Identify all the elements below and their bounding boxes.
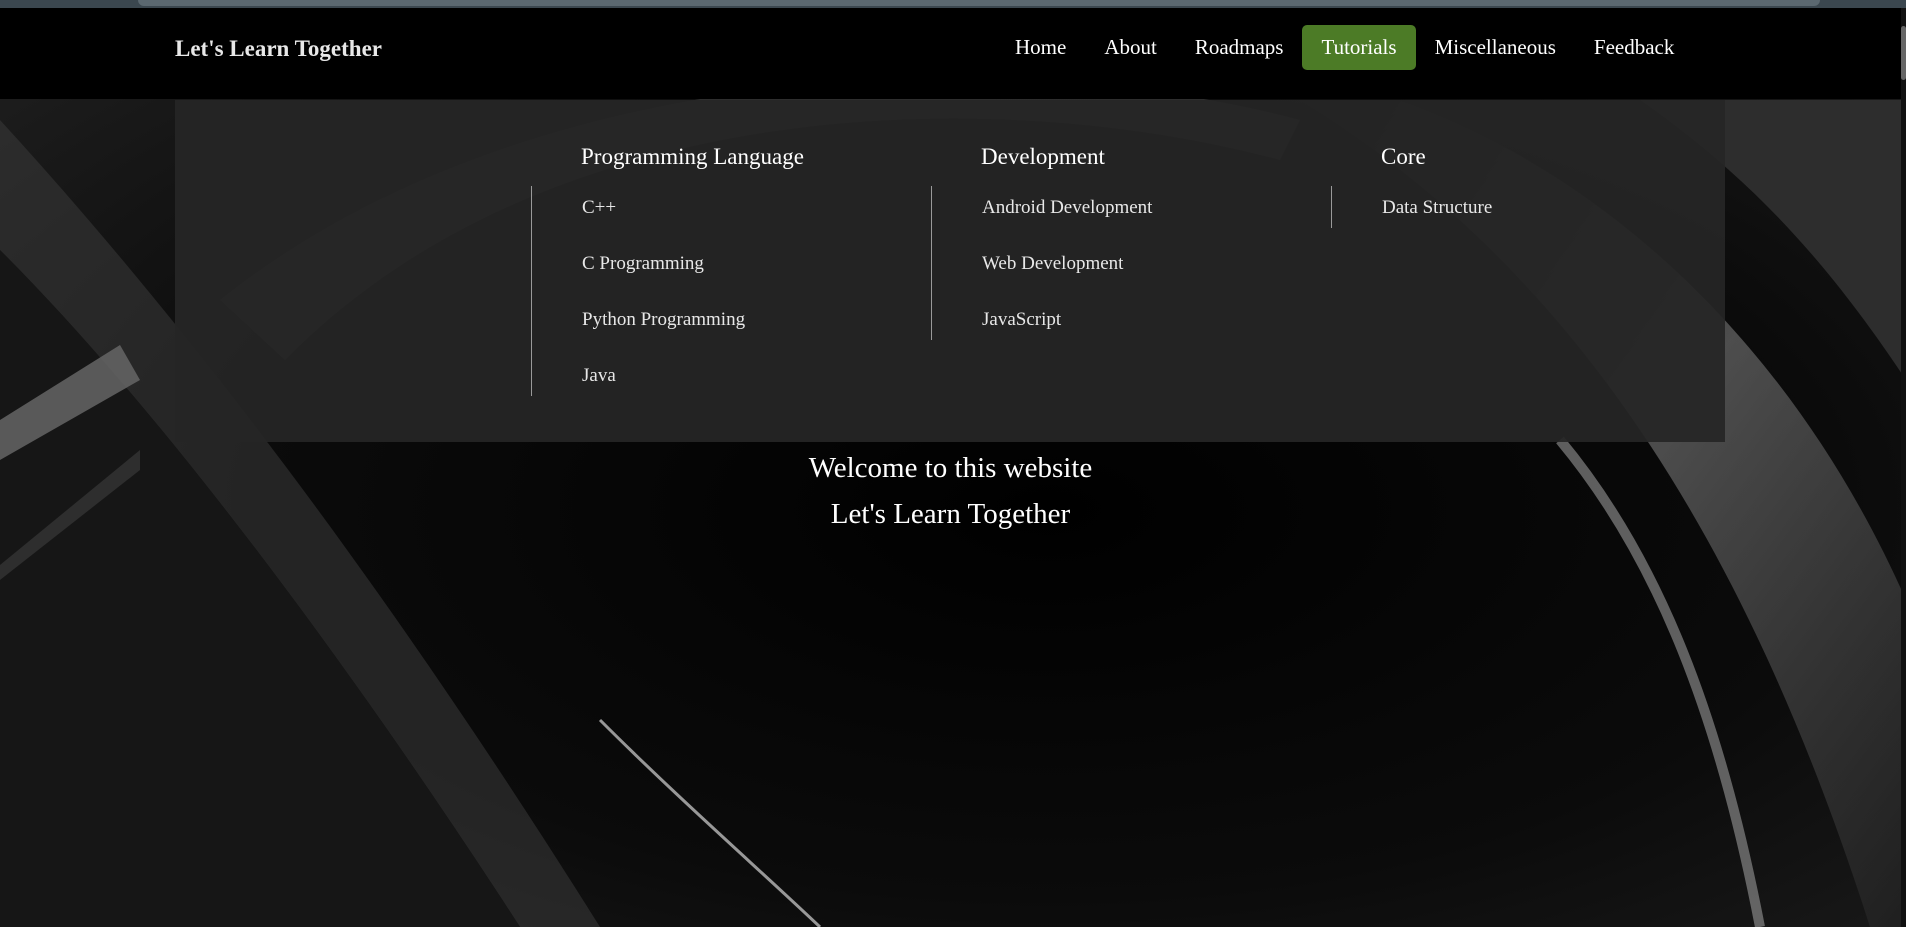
dropdown-item-python-programming[interactable]: Python Programming [582, 308, 804, 364]
dropdown-column-development: Development Android Development Web Deve… [931, 144, 1152, 340]
nav-roadmaps[interactable]: Roadmaps [1176, 25, 1303, 70]
hero-welcome-text: Welcome to this website [808, 452, 1093, 484]
nav-tutorials[interactable]: Tutorials [1302, 25, 1416, 70]
site-brand[interactable]: Let's Learn Together [175, 36, 382, 62]
nav-menu: Home About Roadmaps Tutorials Miscellane… [996, 25, 1693, 70]
dropdown-item-java[interactable]: Java [582, 364, 804, 388]
dropdown-item-web-development[interactable]: Web Development [982, 252, 1152, 308]
dropdown-item-c-programming[interactable]: C Programming [582, 252, 804, 308]
scrollbar-thumb[interactable] [1901, 26, 1906, 80]
hero-section: Welcome to this website Let's Learn Toge… [0, 448, 1901, 531]
dropdown-item-android-development[interactable]: Android Development [982, 196, 1152, 252]
column-title: Core [1381, 144, 1426, 169]
scrollbar-track[interactable] [1901, 8, 1906, 927]
dropdown-column-programming-language: Programming Language C++ C Programming P… [531, 144, 804, 396]
navbar: Let's Learn Together Home About Roadmaps… [0, 8, 1901, 99]
hero-title: Let's Learn Together [830, 498, 1071, 530]
column-list: C++ C Programming Python Programming Jav… [531, 186, 804, 396]
nav-home[interactable]: Home [996, 25, 1085, 70]
column-list: Android Development Web Development Java… [931, 186, 1152, 340]
tutorials-dropdown: Programming Language C++ C Programming P… [175, 100, 1725, 442]
dropdown-item-javascript[interactable]: JavaScript [982, 308, 1152, 332]
dropdown-column-core: Core Data Structure [1331, 144, 1492, 228]
column-title: Programming Language [581, 144, 804, 169]
page: Let's Learn Together Home About Roadmaps… [0, 0, 1906, 927]
nav-miscellaneous[interactable]: Miscellaneous [1416, 25, 1575, 70]
nav-feedback[interactable]: Feedback [1575, 25, 1693, 70]
dropdown-item-cpp[interactable]: C++ [582, 196, 804, 252]
column-list: Data Structure [1331, 186, 1492, 228]
browser-top-strip [0, 0, 1906, 8]
dropdown-item-data-structure[interactable]: Data Structure [1382, 196, 1492, 220]
column-title: Development [981, 144, 1105, 169]
browser-tab-bar [138, 0, 1820, 6]
nav-about[interactable]: About [1085, 25, 1176, 70]
